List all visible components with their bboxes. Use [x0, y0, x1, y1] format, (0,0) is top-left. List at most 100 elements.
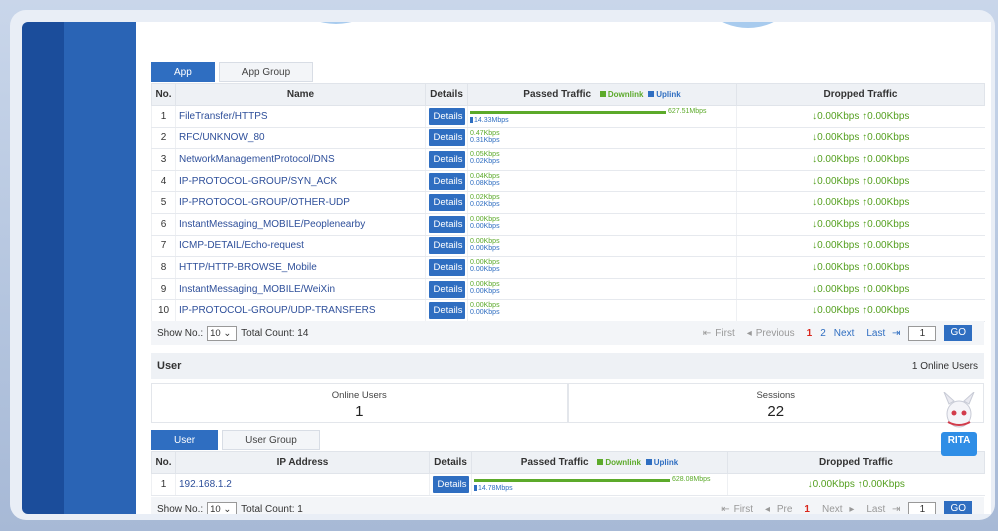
row-number: 5: [151, 191, 176, 214]
downlink-value: 627.51Mbps: [668, 108, 707, 115]
page-jump-input[interactable]: 1: [908, 501, 937, 514]
downlink-legend-icon: [597, 459, 604, 466]
details-button[interactable]: Details: [428, 172, 465, 190]
first-page-button[interactable]: ⇤ First: [703, 328, 739, 339]
details-button[interactable]: Details: [428, 194, 465, 212]
details-button[interactable]: Details: [428, 129, 465, 147]
previous-page-button[interactable]: ◂ Previous: [747, 328, 799, 339]
details-button[interactable]: Details: [428, 150, 465, 168]
passed-traffic-label: Passed Traffic: [523, 89, 592, 100]
page-jump-input[interactable]: 1: [908, 325, 937, 341]
tab-app[interactable]: App: [151, 62, 215, 82]
user-pager: ⇤ First ◂ Pre 1 Next ▸ Last ⇥ 1 GO: [717, 501, 976, 514]
row-name: InstantMessaging_MOBILE/Peoplenearby: [175, 213, 426, 236]
table-row: 9 InstantMessaging_MOBILE/WeiXin Details 0.…: [151, 278, 985, 301]
go-button[interactable]: GO: [944, 501, 972, 514]
page-2-button[interactable]: 2: [820, 328, 826, 339]
details-button[interactable]: Details: [432, 475, 469, 493]
row-name: IP-PROTOCOL-GROUP/OTHER-UDP: [175, 191, 426, 214]
tab-user-group[interactable]: User Group: [222, 430, 320, 450]
page-size-select[interactable]: 10 ⌄: [207, 325, 238, 341]
rita-assistant[interactable]: RITA: [938, 391, 980, 460]
online-users-value: 1: [355, 403, 364, 420]
downlink-bar: [470, 111, 666, 114]
pre-label: Pre: [776, 503, 793, 515]
first-page-button[interactable]: ⇤ First: [721, 504, 757, 515]
table-row: 5 IP-PROTOCOL-GROUP/OTHER-UDP Details 0.02K…: [151, 191, 985, 214]
row-name: RFC/UNKNOW_80: [175, 127, 426, 150]
row-number: 9: [151, 278, 176, 301]
uplink-value: 14.78Mbps: [478, 485, 513, 492]
row-name: FileTransfer/HTTPS: [175, 105, 426, 128]
row-number: 8: [151, 256, 176, 279]
last-page-button[interactable]: Last ⇥: [862, 328, 900, 339]
user-section-title: User: [157, 360, 182, 372]
details-cell: Details: [425, 148, 468, 171]
passed-traffic-cell: 0.00Kbps 0.00Kbps: [467, 213, 737, 236]
details-cell: Details: [425, 105, 468, 128]
uplink-value: 0.00Kbps: [470, 222, 500, 230]
passed-traffic-label: Passed Traffic: [520, 457, 589, 468]
sessions-label: Sessions: [756, 390, 796, 401]
col-header-no: No.: [151, 451, 176, 474]
col-header-passed[interactable]: Passed Traffic Downlink Uplink: [467, 83, 737, 106]
downlink-value: 628.08Mbps: [672, 476, 711, 483]
tab-user[interactable]: User: [151, 430, 219, 450]
downlink-value: 0.47Kbps: [470, 129, 500, 137]
next-page-button[interactable]: Next ▸: [818, 504, 854, 515]
tab-app-group[interactable]: App Group: [218, 62, 314, 82]
uplink-legend-label: Uplink: [656, 90, 681, 99]
details-cell: Details: [425, 213, 468, 236]
uplink-legend-icon: [645, 459, 652, 466]
row-name: IP-PROTOCOL-GROUP/SYN_ACK: [175, 170, 426, 193]
uplink-value: 0.02Kbps: [470, 158, 500, 166]
details-button[interactable]: Details: [428, 215, 465, 233]
details-button[interactable]: Details: [428, 302, 465, 320]
details-button[interactable]: Details: [428, 107, 465, 125]
pie-chart-right: [690, 22, 806, 28]
details-button[interactable]: Details: [428, 280, 465, 298]
sessions-value: 22: [767, 403, 785, 420]
downlink-legend-label: Downlink: [607, 90, 644, 99]
total-count: Total Count: 1: [241, 503, 303, 515]
downlink-value: 0.00Kbps: [470, 237, 500, 245]
table-row: 3 NetworkManagementProtocol/DNS Details 0.0…: [151, 148, 985, 171]
dropped-traffic: ↓0.00Kbps ↑0.00Kbps: [736, 170, 985, 193]
details-cell: Details: [425, 191, 468, 214]
row-number: 7: [151, 235, 176, 258]
details-cell: Details: [425, 256, 468, 279]
passed-traffic-cell: 0.00Kbps 0.00Kbps: [467, 256, 737, 279]
go-button[interactable]: GO: [944, 325, 972, 341]
col-header-dropped[interactable]: Dropped Traffic: [736, 83, 985, 106]
details-cell: Details: [425, 235, 468, 258]
next-page-button[interactable]: Next: [834, 328, 855, 339]
row-ip: 192.168.1.2: [175, 473, 430, 496]
row-name: HTTP/HTTP-BROWSE_Mobile: [175, 256, 426, 279]
page-1-button[interactable]: 1: [807, 328, 813, 339]
previous-page-button[interactable]: ◂ Pre: [765, 504, 796, 515]
table-row: 6 InstantMessaging_MOBILE/Peoplenearby Det…: [151, 213, 985, 236]
app-tabs: App App Group: [151, 62, 317, 82]
show-no-label: Show No.:: [157, 327, 204, 339]
dropped-traffic: ↓0.00Kbps ↑0.00Kbps: [727, 473, 985, 496]
uplink-value: 0.02Kbps: [470, 201, 500, 209]
page-size-select[interactable]: 10 ⌄: [207, 501, 238, 514]
table-header-row: No. Name Details Passed Traffic Downlink…: [151, 83, 985, 106]
passed-traffic-cell: 0.00Kbps 0.00Kbps: [467, 299, 737, 322]
row-name: IP-PROTOCOL-GROUP/UDP-TRANSFERS: [175, 299, 426, 322]
online-users-count: 1 Online Users: [911, 360, 978, 372]
col-header-ip[interactable]: IP Address: [175, 451, 430, 474]
user-table-body: 1 192.168.1.2 Details 628.08Mbps 14.78Mbps ↓0…: [151, 473, 985, 496]
downlink-legend-label: Downlink: [605, 458, 641, 467]
last-page-button[interactable]: Last ⇥: [862, 504, 900, 515]
details-button[interactable]: Details: [428, 258, 465, 276]
app-pager: ⇤ First ◂ Previous 1 2 Next Last ⇥ 1 GO: [699, 325, 976, 341]
col-header-passed[interactable]: Passed Traffic Downlink Uplink: [471, 451, 728, 474]
user-tabs: User User Group: [151, 430, 324, 450]
table-row: 1 192.168.1.2 Details 628.08Mbps 14.78Mbps ↓0…: [151, 473, 985, 496]
page-1-button[interactable]: 1: [804, 504, 810, 515]
passed-traffic-cell: 0.05Kbps 0.02Kbps: [467, 148, 737, 171]
col-header-name[interactable]: Name: [175, 83, 426, 106]
details-button[interactable]: Details: [428, 237, 465, 255]
row-number: 2: [151, 127, 176, 150]
